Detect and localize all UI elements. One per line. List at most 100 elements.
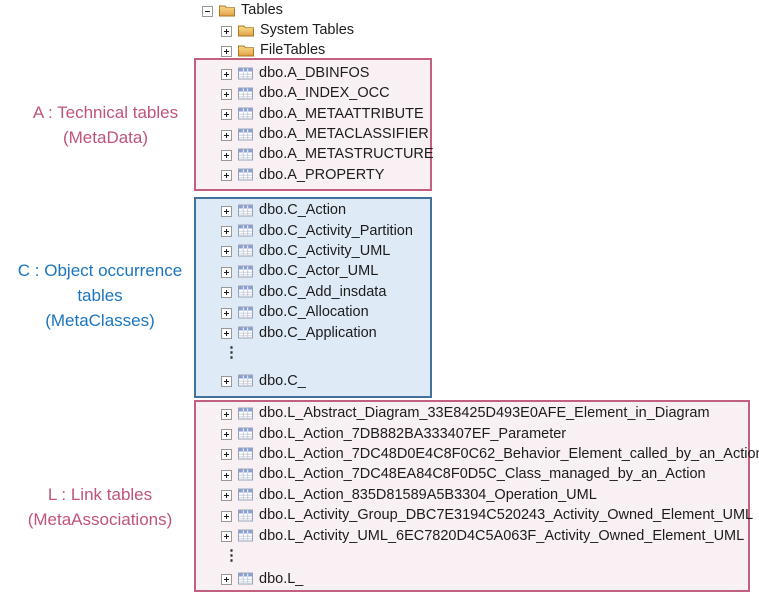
tree-node-table[interactable]: dbo.A_METAATTRIBUTE (221, 104, 430, 124)
annotation-line: (MetaClasses) (0, 308, 200, 333)
tree-node-label[interactable]: dbo.C_ (258, 373, 306, 389)
tree-node-table[interactable]: dbo.A_METASTRUCTURE (221, 144, 430, 164)
tree-node-table[interactable]: dbo.C_Activity_UML (221, 241, 430, 261)
expand-plus-icon[interactable] (221, 408, 232, 419)
tree-node-table[interactable]: dbo.C_Action (221, 200, 430, 220)
annotation-line: A : Technical tables (8, 100, 203, 125)
expand-plus-icon[interactable] (221, 469, 232, 480)
tree-node-label[interactable]: dbo.C_Add_insdata (258, 284, 386, 300)
tree-node-table[interactable]: dbo.L_Abstract_Diagram_33E8425D493E0AFE_… (221, 403, 748, 423)
expand-plus-icon[interactable] (221, 428, 232, 439)
tree-node-table[interactable]: dbo.A_METACLASSIFIER (221, 124, 430, 144)
table-icon (238, 572, 253, 585)
table-icon (238, 168, 253, 181)
tree-node-table[interactable]: dbo.C_ (221, 371, 430, 391)
tree-node-label[interactable]: dbo.A_DBINFOS (258, 65, 369, 81)
table-icon (238, 285, 253, 298)
tree-node-label[interactable]: dbo.C_Activity_UML (258, 243, 390, 259)
tree-node-label[interactable]: dbo.L_Abstract_Diagram_33E8425D493E0AFE_… (258, 405, 710, 421)
tree-node-label[interactable]: dbo.A_METASTRUCTURE (258, 146, 434, 162)
expand-plus-icon[interactable] (221, 25, 232, 36)
tree-node-label[interactable]: FileTables (259, 42, 325, 58)
tree-node-label[interactable]: dbo.L_ (258, 571, 303, 587)
tree-node-label[interactable]: System Tables (259, 22, 354, 38)
expand-plus-icon[interactable] (221, 169, 232, 180)
expand-plus-icon[interactable] (221, 375, 232, 386)
tree-node-table[interactable]: dbo.L_Action_7DC48EA84C8F0D5C_Class_mana… (221, 464, 748, 484)
expand-plus-icon[interactable] (221, 245, 232, 256)
tree-node-label[interactable]: dbo.L_Action_835D81589A5B3304_Operation_… (258, 487, 597, 503)
table-icon (238, 447, 253, 460)
table-icon (238, 407, 253, 420)
tree-node-label[interactable]: dbo.A_INDEX_OCC (258, 85, 390, 101)
annotation-line: C : Object occurrence (0, 258, 200, 283)
expand-plus-icon[interactable] (221, 129, 232, 140)
tree-node-label[interactable]: dbo.C_Allocation (258, 304, 369, 320)
omitted-rows-ellipsis: ⋮ (221, 343, 430, 361)
tree-node-table[interactable]: dbo.L_ (221, 569, 748, 589)
expand-plus-icon[interactable] (221, 68, 232, 79)
expand-plus-icon[interactable] (221, 573, 232, 584)
expand-plus-icon[interactable] (221, 45, 232, 56)
tree-node-table[interactable]: dbo.C_Actor_UML (221, 261, 430, 281)
tree-node-table[interactable]: dbo.C_Application (221, 322, 430, 342)
tree-node-label[interactable]: dbo.L_Action_7DB882BA333407EF_Parameter (258, 426, 566, 442)
tree-node-label[interactable]: dbo.C_Application (258, 325, 377, 341)
expand-plus-icon[interactable] (221, 225, 232, 236)
table-icon (238, 148, 253, 161)
tree-node-label[interactable]: dbo.A_PROPERTY (258, 167, 384, 183)
expand-plus-icon[interactable] (221, 530, 232, 541)
folder-icon (238, 44, 254, 57)
tree-node-label[interactable]: dbo.L_Action_7DC48EA84C8F0D5C_Class_mana… (258, 466, 706, 482)
collapse-minus-icon[interactable] (202, 5, 213, 16)
tree-node-table[interactable]: dbo.C_Activity_Partition (221, 220, 430, 240)
annotation-a-technical-tables: A : Technical tables (MetaData) (8, 100, 203, 150)
annotation-line: L : Link tables (0, 482, 200, 507)
expand-plus-icon[interactable] (221, 448, 232, 459)
expand-plus-icon[interactable] (221, 88, 232, 99)
tree-node-table[interactable]: dbo.L_Action_7DB882BA333407EF_Parameter (221, 423, 748, 443)
tree-node-tables[interactable]: Tables (202, 1, 283, 19)
tree-node-table[interactable]: dbo.L_Action_7DC48D0E4C8F0C62_Behavior_E… (221, 444, 748, 464)
tree-node-label[interactable]: dbo.A_METACLASSIFIER (258, 126, 429, 142)
tree-node-label[interactable]: dbo.C_Actor_UML (258, 263, 378, 279)
expand-plus-icon[interactable] (221, 149, 232, 160)
tree-node-label[interactable]: Tables (240, 2, 283, 18)
tree-node-table[interactable]: dbo.A_INDEX_OCC (221, 83, 430, 103)
annotation-line: (MetaAssociations) (0, 507, 200, 532)
expand-plus-icon[interactable] (221, 286, 232, 297)
tree-node-table[interactable]: dbo.C_Allocation (221, 302, 430, 322)
highlight-box-c-occurrence-tables: dbo.C_Action dbo.C_Activity_Partition db… (194, 197, 432, 398)
expand-plus-icon[interactable] (221, 307, 232, 318)
annotation-line: tables (0, 283, 200, 308)
expand-plus-icon[interactable] (221, 327, 232, 338)
expand-plus-icon[interactable] (221, 489, 232, 500)
tree-node-table[interactable]: dbo.C_Add_insdata (221, 282, 430, 302)
tree-node-table[interactable]: dbo.L_Action_835D81589A5B3304_Operation_… (221, 485, 748, 505)
tree-node-system-tables[interactable]: System Tables (221, 21, 354, 39)
tree-node-table[interactable]: dbo.A_PROPERTY (221, 164, 430, 184)
tree-node-label[interactable]: dbo.A_METAATTRIBUTE (258, 106, 424, 122)
table-icon (238, 128, 253, 141)
table-icon (238, 488, 253, 501)
table-icon (238, 326, 253, 339)
table-icon (238, 244, 253, 257)
annotation-l-link-tables: L : Link tables (MetaAssociations) (0, 482, 200, 532)
expand-plus-icon[interactable] (221, 266, 232, 277)
tree-node-label[interactable]: dbo.C_Activity_Partition (258, 223, 413, 239)
expand-plus-icon[interactable] (221, 108, 232, 119)
expand-plus-icon[interactable] (221, 205, 232, 216)
table-icon (238, 87, 253, 100)
table-icon (238, 204, 253, 217)
omitted-rows-ellipsis: ⋮ (221, 546, 748, 565)
table-icon (238, 427, 253, 440)
tree-node-label[interactable]: dbo.L_Activity_Group_DBC7E3194C520243_Ac… (258, 507, 753, 523)
tree-node-label[interactable]: dbo.L_Activity_UML_6EC7820D4C5A063F_Acti… (258, 528, 744, 544)
tree-node-label[interactable]: dbo.C_Action (258, 202, 346, 218)
tree-node-table[interactable]: dbo.L_Activity_UML_6EC7820D4C5A063F_Acti… (221, 525, 748, 545)
tree-node-label[interactable]: dbo.L_Action_7DC48D0E4C8F0C62_Behavior_E… (258, 446, 759, 462)
tree-node-table[interactable]: dbo.A_DBINFOS (221, 63, 430, 83)
expand-plus-icon[interactable] (221, 510, 232, 521)
tree-node-filetables[interactable]: FileTables (221, 41, 325, 59)
tree-node-table[interactable]: dbo.L_Activity_Group_DBC7E3194C520243_Ac… (221, 505, 748, 525)
